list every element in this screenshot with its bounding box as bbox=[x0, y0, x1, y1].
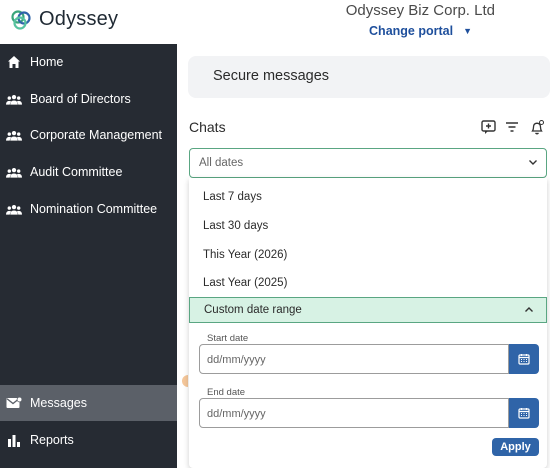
sidebar-item-nomination-committee[interactable]: Nomination Committee bbox=[0, 191, 177, 227]
date-filter-value: All dates bbox=[199, 157, 244, 169]
start-date-label: Start date bbox=[207, 333, 249, 344]
main-content: Secure messages Chats All dates Last 7 d… bbox=[177, 44, 550, 468]
apply-button[interactable]: Apply bbox=[492, 438, 539, 456]
end-date-input[interactable]: dd/mm/yyyy bbox=[199, 398, 509, 428]
sidebar-item-label: Reports bbox=[30, 433, 74, 447]
end-date-label: End date bbox=[207, 387, 246, 398]
secure-messages-header: Secure messages bbox=[188, 56, 550, 98]
option-this-year[interactable]: This Year (2026) bbox=[189, 240, 547, 269]
option-last-7-days[interactable]: Last 7 days bbox=[189, 182, 547, 211]
date-filter-select[interactable]: All dates bbox=[189, 148, 547, 178]
mail-icon bbox=[6, 396, 22, 410]
filter-icon bbox=[506, 122, 518, 132]
calendar-icon bbox=[518, 354, 530, 365]
option-label: Last 30 days bbox=[203, 219, 269, 232]
sidebar-item-label: Home bbox=[30, 55, 64, 69]
bell-settings-icon bbox=[531, 119, 544, 134]
home-icon bbox=[6, 55, 22, 69]
start-date-input[interactable]: dd/mm/yyyy bbox=[199, 344, 509, 374]
sidebar: Home Board of Directors Corporate Manage… bbox=[0, 44, 177, 468]
date-filter-dropdown: Last 7 days Last 30 days This Year (2026… bbox=[189, 178, 547, 468]
option-label: This Year (2026) bbox=[203, 248, 288, 261]
calendar-icon bbox=[518, 408, 530, 419]
chats-heading: Chats bbox=[189, 119, 226, 135]
app-name: Odyssey bbox=[39, 8, 119, 30]
option-label: Last Year (2025) bbox=[203, 276, 288, 289]
sidebar-item-board-of-directors[interactable]: Board of Directors bbox=[0, 81, 177, 117]
option-label: Custom date range bbox=[204, 304, 302, 316]
sidebar-item-label: Audit Committee bbox=[30, 165, 123, 179]
change-portal-link[interactable]: Change portal ▼ bbox=[369, 24, 472, 38]
add-chat-icon bbox=[480, 119, 496, 134]
top-bar: Odyssey Odyssey Biz Corp. Ltd Change por… bbox=[0, 0, 550, 44]
odyssey-logo-icon bbox=[11, 9, 31, 30]
option-label: Last 7 days bbox=[203, 190, 262, 203]
sidebar-item-label: Board of Directors bbox=[30, 92, 131, 106]
option-custom-date-range[interactable]: Custom date range bbox=[189, 297, 547, 323]
sidebar-item-label: Messages bbox=[30, 396, 87, 410]
underlying-item-edge bbox=[182, 375, 188, 387]
page-title: Secure messages bbox=[213, 68, 330, 84]
people-icon bbox=[6, 167, 22, 178]
start-date-placeholder: dd/mm/yyyy bbox=[207, 354, 266, 366]
end-date-placeholder: dd/mm/yyyy bbox=[207, 408, 266, 420]
option-last-30-days[interactable]: Last 30 days bbox=[189, 211, 547, 240]
people-icon bbox=[6, 130, 22, 141]
people-icon bbox=[6, 94, 22, 105]
chevron-down-icon bbox=[529, 160, 537, 165]
bar-chart-icon bbox=[6, 434, 22, 447]
sidebar-item-corporate-management[interactable]: Corporate Management bbox=[0, 117, 177, 153]
end-date-calendar-button[interactable] bbox=[509, 398, 539, 428]
new-chat-button[interactable] bbox=[479, 118, 497, 136]
chevron-up-icon bbox=[525, 307, 533, 312]
sidebar-item-home[interactable]: Home bbox=[0, 44, 177, 80]
sidebar-item-label: Nomination Committee bbox=[30, 202, 158, 216]
app-logo[interactable]: Odyssey bbox=[10, 8, 118, 31]
caret-down-icon: ▼ bbox=[463, 26, 472, 36]
change-portal-label: Change portal bbox=[369, 24, 454, 38]
sidebar-item-messages[interactable]: Messages bbox=[0, 385, 177, 421]
people-icon bbox=[6, 204, 22, 215]
option-last-year[interactable]: Last Year (2025) bbox=[189, 268, 547, 297]
start-date-calendar-button[interactable] bbox=[509, 344, 539, 374]
notification-settings-button[interactable] bbox=[528, 118, 546, 136]
filter-button[interactable] bbox=[503, 118, 521, 136]
company-name: Odyssey Biz Corp. Ltd bbox=[345, 2, 495, 19]
sidebar-item-reports[interactable]: Reports bbox=[0, 422, 177, 458]
sidebar-item-label: Corporate Management bbox=[30, 128, 163, 142]
sidebar-item-audit-committee[interactable]: Audit Committee bbox=[0, 154, 177, 190]
